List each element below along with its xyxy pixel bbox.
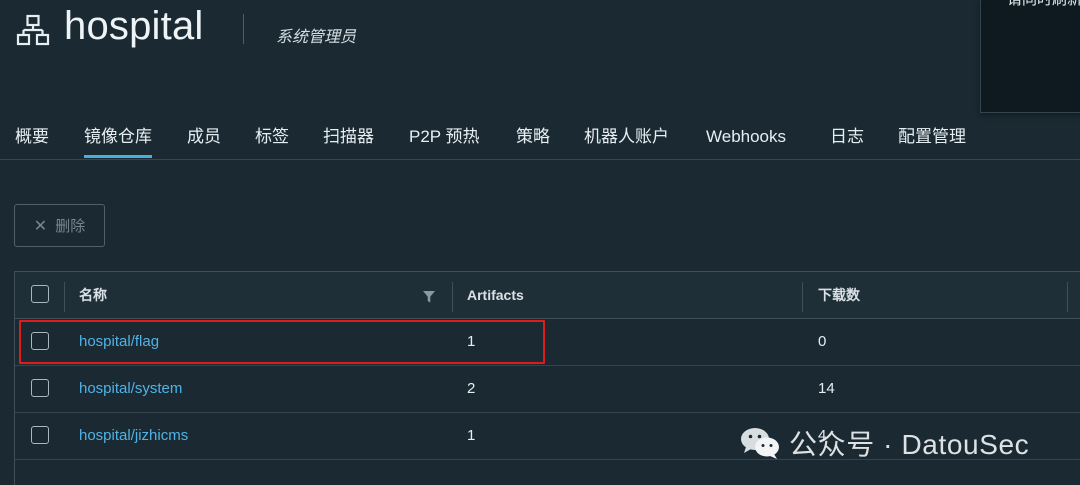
tab-summary[interactable]: 概要	[15, 125, 49, 158]
column-divider	[1067, 282, 1068, 312]
artifacts-count: 1	[467, 427, 476, 444]
column-header-name[interactable]: 名称	[79, 272, 107, 318]
column-divider	[802, 282, 803, 312]
tab-logs[interactable]: 日志	[830, 125, 864, 158]
column-header-artifacts[interactable]: Artifacts	[467, 272, 524, 318]
wechat-icon	[741, 428, 779, 459]
row-checkbox[interactable]	[31, 426, 49, 444]
filter-icon[interactable]	[423, 291, 435, 303]
tab-scanner[interactable]: 扫描器	[323, 125, 374, 158]
column-header-downloads[interactable]: 下载数	[818, 272, 860, 318]
tab-p2p-preheat[interactable]: P2P 预热	[409, 125, 480, 158]
tab-robot-accounts[interactable]: 机器人账户	[584, 125, 669, 158]
column-divider	[452, 282, 453, 312]
download-count: 0	[818, 333, 827, 350]
repository-link[interactable]: hospital/system	[79, 366, 182, 412]
repository-link[interactable]: hospital/jizhicms	[79, 413, 188, 459]
project-title: hospital	[64, 4, 204, 48]
watermark: 公众号 · DatouSec	[739, 423, 1029, 463]
artifacts-count: 2	[467, 380, 476, 397]
notification-popover: 请同时刷新	[980, 0, 1080, 113]
tab-labels[interactable]: 标签	[255, 125, 289, 158]
tab-policy[interactable]: 策略	[516, 125, 550, 158]
delete-button-label: 删除	[55, 218, 86, 235]
download-count: 14	[818, 380, 835, 397]
project-header: hospital 系统管理员	[0, 0, 980, 70]
table-row: hospital/system 2 14	[15, 366, 1080, 413]
delete-button[interactable]: ✕ 删除	[14, 204, 105, 247]
tab-members[interactable]: 成员	[187, 125, 221, 158]
close-icon: ✕	[33, 217, 48, 235]
header-divider	[243, 14, 244, 44]
select-all-checkbox[interactable]	[31, 285, 49, 303]
tab-repositories[interactable]: 镜像仓库	[84, 125, 152, 158]
tab-configuration[interactable]: 配置管理	[898, 125, 966, 158]
table-header-row: 名称 Artifacts 下载数	[15, 272, 1080, 319]
tab-webhooks[interactable]: Webhooks	[706, 125, 786, 158]
popover-text: 请同时刷新	[1007, 0, 1080, 9]
harbor-project-page: hospital 系统管理员 请同时刷新 概要 镜像仓库 成员 标签 扫描器 P…	[0, 0, 1080, 485]
watermark-text: 公众号 · DatouSec	[789, 429, 1030, 460]
column-divider	[64, 282, 65, 312]
highlight-box	[19, 320, 545, 364]
user-role-label: 系统管理员	[276, 29, 357, 46]
project-tabs: 概要 镜像仓库 成员 标签 扫描器 P2P 预热 策略 机器人账户 Webhoo…	[0, 125, 1080, 160]
project-hierarchy-icon	[16, 14, 50, 46]
row-checkbox[interactable]	[31, 379, 49, 397]
